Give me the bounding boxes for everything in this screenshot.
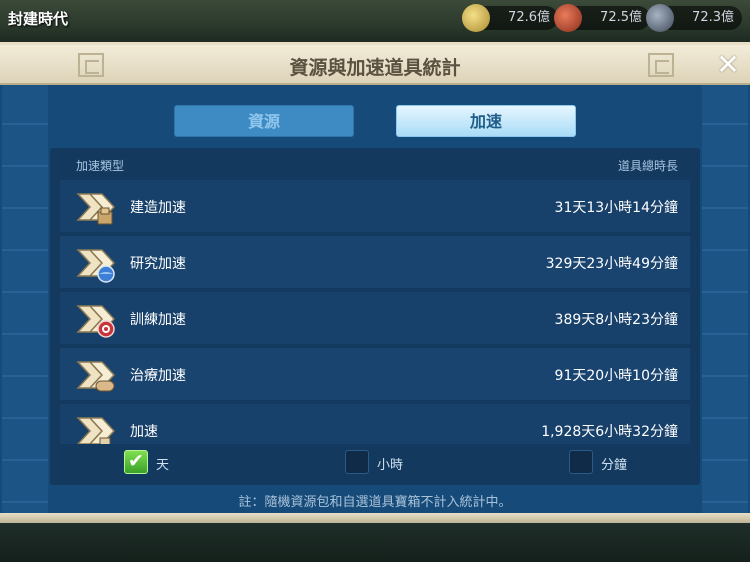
list-item[interactable]: 建造加速 31天13小時14分鐘 [60, 180, 690, 232]
row-label: 研究加速 [130, 256, 186, 272]
list-item[interactable]: 治療加速 91天20小時10分鐘 [60, 348, 690, 400]
build-speedup-icon [76, 193, 116, 225]
healing-speedup-icon [76, 361, 116, 392]
tab-speedups[interactable]: 加速 [396, 105, 576, 137]
minutes-checkbox[interactable] [569, 450, 593, 474]
row-label: 治療加速 [130, 368, 186, 384]
food-value: 72.6億 [508, 10, 550, 25]
list-item[interactable]: 研究加速 329天23小時49分鐘 [60, 236, 690, 288]
speedup-list-panel: 加速類型 道具總時長 建造加速 31天13小時14分鐘 研究加速 329天23小… [50, 148, 700, 485]
stone-icon [646, 4, 674, 32]
dialog-header: 資源與加速道具統計 ✕ [0, 45, 750, 85]
row-label: 訓練加速 [130, 312, 186, 328]
bottom-game-bar [0, 518, 750, 562]
age-title: 封建時代 [8, 10, 69, 28]
row-value: 91天20小時10分鐘 [554, 368, 678, 384]
food-counter[interactable]: 72.6億 [462, 4, 558, 32]
column-header-total: 道具總時長 [617, 159, 678, 173]
wood-counter[interactable]: 72.5億 [554, 4, 650, 32]
days-checkbox[interactable] [124, 450, 148, 474]
research-speedup-icon [76, 249, 116, 283]
training-speedup-icon [76, 305, 116, 338]
close-button[interactable]: ✕ [714, 51, 742, 79]
speedup-stats-dialog: 資源與加速道具統計 ✕ 資源 加速 加速類型 道具總時長 建造加速 31天13小… [0, 42, 750, 523]
hours-label: 小時 [377, 458, 404, 473]
row-value: 31天13小時14分鐘 [554, 200, 678, 216]
footnote: 註：隨機資源包和自選道具寶箱不計入統計中。 [238, 495, 512, 510]
days-label: 天 [156, 458, 170, 473]
dialog-title: 資源與加速道具統計 [289, 57, 461, 79]
top-hud: 封建時代 72.6億 72.5億 72.3億 [0, 0, 750, 42]
column-header-type: 加速類型 [76, 159, 125, 173]
hours-checkbox[interactable] [345, 450, 369, 474]
row-value: 1,928天6小時32分鐘 [541, 424, 678, 440]
food-icon [462, 4, 490, 32]
minutes-label: 分鐘 [601, 458, 628, 473]
stone-counter[interactable]: 72.3億 [646, 4, 742, 32]
wood-icon [554, 4, 582, 32]
row-label: 建造加速 [130, 200, 186, 216]
row-value: 389天8小時23分鐘 [554, 312, 678, 328]
wood-value: 72.5億 [600, 10, 642, 25]
dialog-footer-trim [0, 513, 750, 523]
list-item[interactable]: 加速 1,928天6小時32分鐘 [60, 404, 690, 444]
row-value: 329天23小時49分鐘 [545, 256, 678, 272]
universal-speedup-icon [76, 417, 116, 444]
list-item[interactable]: 訓練加速 389天8小時23分鐘 [60, 292, 690, 344]
tab-resources[interactable]: 資源 [174, 105, 354, 137]
row-label: 加速 [130, 424, 158, 440]
meander-border-right [702, 85, 748, 523]
stone-value: 72.3億 [692, 10, 734, 25]
meander-border-left [2, 85, 48, 523]
fret-ornament-icon [648, 53, 674, 77]
